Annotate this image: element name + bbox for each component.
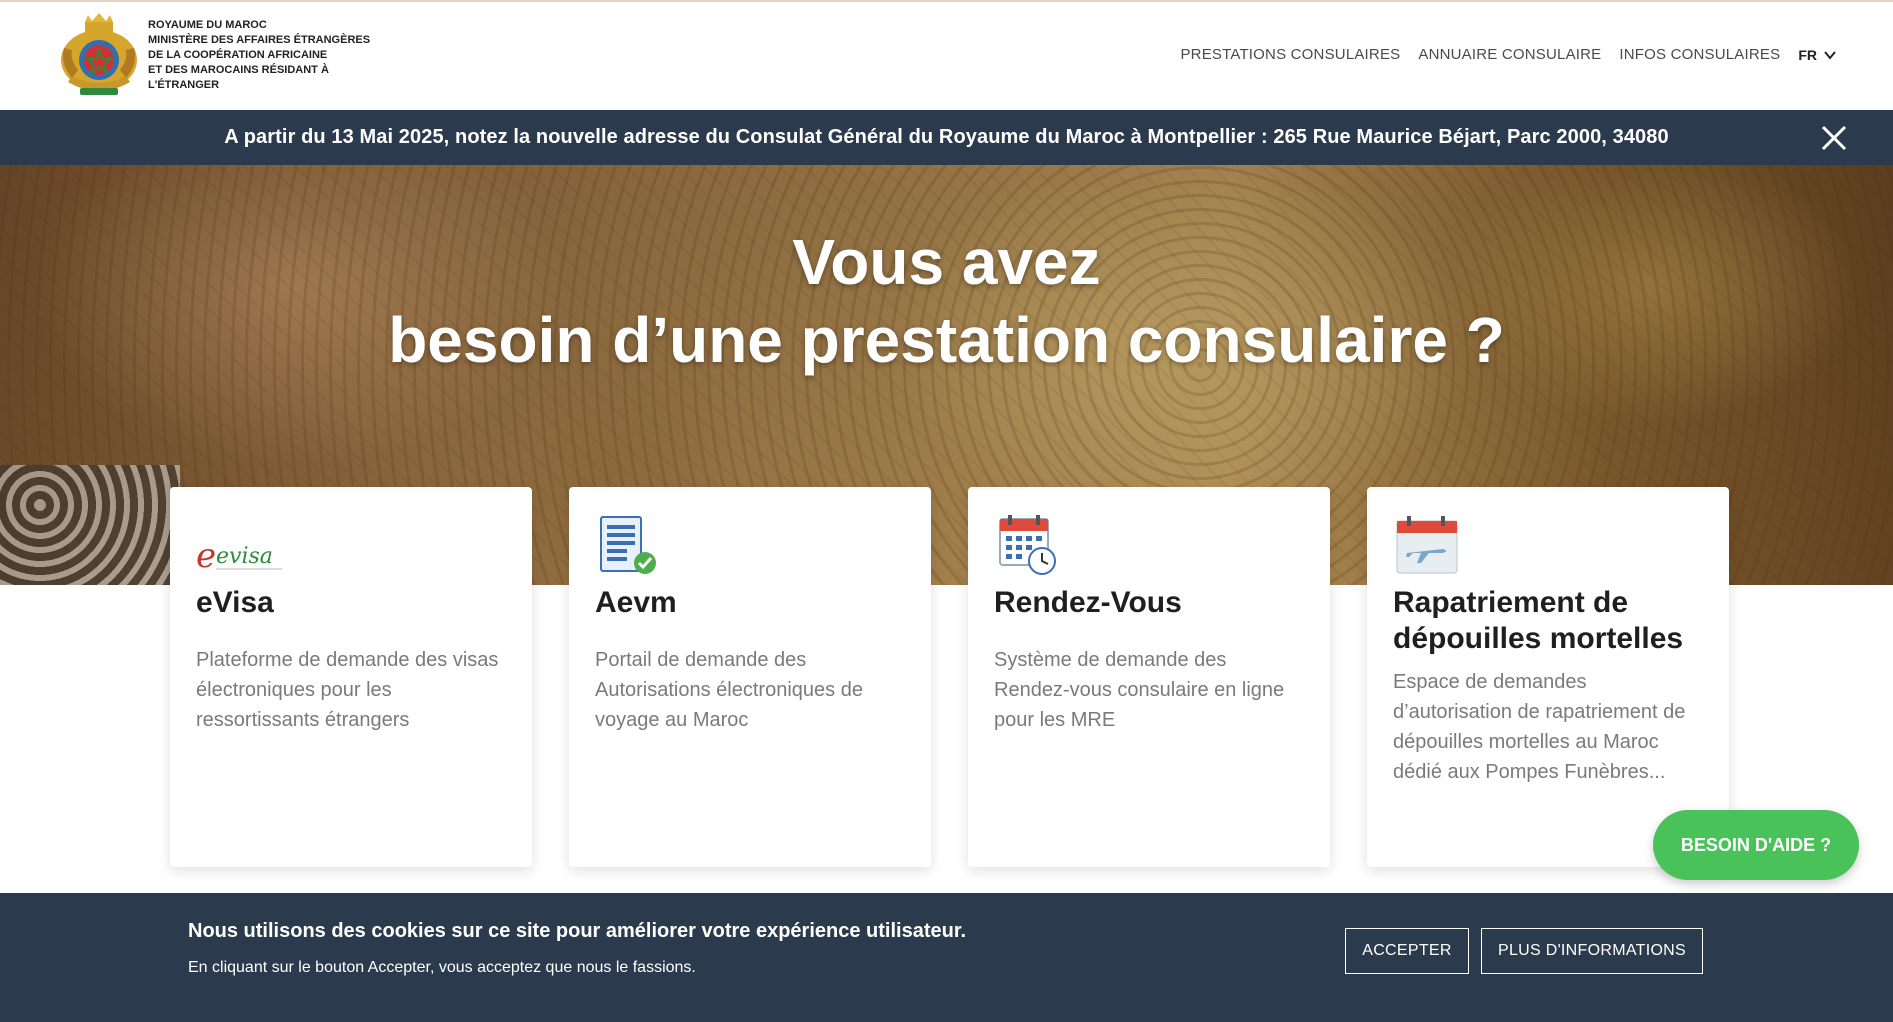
calendar-clock-icon — [999, 515, 1056, 575]
card-title: Rapatriement de dépouilles mortelles — [1393, 586, 1684, 655]
cookie-subtitle: En cliquant sur le bouton Accepter, vous… — [188, 959, 696, 976]
close-icon[interactable] — [1819, 123, 1849, 153]
notice-text: A partir du 13 Mai 2025, notez la nouvel… — [224, 126, 1669, 148]
site-header: ROYAUME DU MAROC MINISTÈRE DES AFFAIRES … — [0, 0, 1893, 110]
document-check-icon — [600, 516, 656, 574]
card-title: Rendez-Vous — [994, 586, 1182, 619]
nav-prestations-consulaires[interactable]: PRESTATIONS CONSULAIRES — [1180, 46, 1400, 63]
card-rapatriement[interactable]: Rapatriement de dépouilles mortelles Esp… — [1367, 487, 1729, 867]
evisa-logo-icon: e evisa — [196, 536, 282, 576]
brand[interactable]: ROYAUME DU MAROC MINISTÈRE DES AFFAIRES … — [58, 12, 378, 98]
svg-text:e: e — [196, 536, 216, 576]
card-description: Plateforme de demande des visas électron… — [196, 649, 499, 731]
card-description: Espace de demandes d’autorisation de rap… — [1393, 671, 1686, 783]
card-description: Système de demande des Rendez-vous consu… — [994, 649, 1285, 731]
more-info-button[interactable]: PLUS D'INFORMATIONS — [1481, 928, 1703, 974]
hero-title: Vous avez besoin d’une prestation consul… — [0, 223, 1893, 379]
card-description: Portail de demande des Autorisations éle… — [595, 649, 863, 731]
accept-cookies-button[interactable]: ACCEPTER — [1345, 928, 1469, 974]
card-evisa[interactable]: e evisa eVisa Plateforme de demande des … — [170, 487, 532, 867]
calendar-plane-icon — [1396, 516, 1458, 574]
evisa-logo-text: evisa — [216, 544, 273, 569]
card-icon-wrap — [1393, 511, 1703, 577]
card-icon-wrap — [994, 511, 1304, 577]
cookie-banner: Nous utilisons des cookies sur ce site p… — [0, 893, 1893, 1022]
hero-title-line2: besoin d’une prestation consulaire ? — [388, 304, 1505, 376]
ministry-line: ET DES MAROCAINS RÉSIDANT À — [148, 63, 329, 76]
ministry-name: ROYAUME DU MAROC MINISTÈRE DES AFFAIRES … — [148, 18, 378, 93]
ministry-line: ROYAUME DU MAROC — [148, 18, 267, 31]
hero-title-line1: Vous avez — [792, 226, 1101, 298]
cookie-title: Nous utilisons des cookies sur ce site p… — [188, 920, 967, 942]
nav-infos-consulaires[interactable]: INFOS CONSULAIRES — [1619, 46, 1780, 63]
chevron-down-icon — [1824, 50, 1836, 60]
main-nav: PRESTATIONS CONSULAIRES ANNUAIRE CONSULA… — [1180, 46, 1837, 63]
notice-bar: A partir du 13 Mai 2025, notez la nouvel… — [0, 110, 1893, 165]
ministry-line: L'ÉTRANGER — [148, 78, 220, 91]
ministry-line: MINISTÈRE DES AFFAIRES ÉTRANGÈRES — [148, 33, 371, 46]
card-rendez-vous[interactable]: Rendez-Vous Système de demande des Rende… — [968, 487, 1330, 867]
service-cards: e evisa eVisa Plateforme de demande des … — [170, 487, 1729, 867]
language-selector[interactable]: FR — [1798, 47, 1837, 63]
language-label: FR — [1798, 46, 1817, 63]
nav-annuaire-consulaire[interactable]: ANNUAIRE CONSULAIRE — [1418, 46, 1601, 63]
help-button[interactable]: BESOIN D'AIDE ? — [1653, 810, 1859, 880]
card-title: eVisa — [196, 586, 274, 619]
card-aevm[interactable]: Aevm Portail de demande des Autorisation… — [569, 487, 931, 867]
card-title: Aevm — [595, 586, 677, 619]
ministry-line: DE LA COOPÉRATION AFRICAINE — [148, 48, 328, 61]
evisa-logo: e evisa — [196, 511, 506, 577]
card-icon-wrap — [595, 511, 905, 577]
moroccan-emblem-icon — [61, 13, 137, 95]
